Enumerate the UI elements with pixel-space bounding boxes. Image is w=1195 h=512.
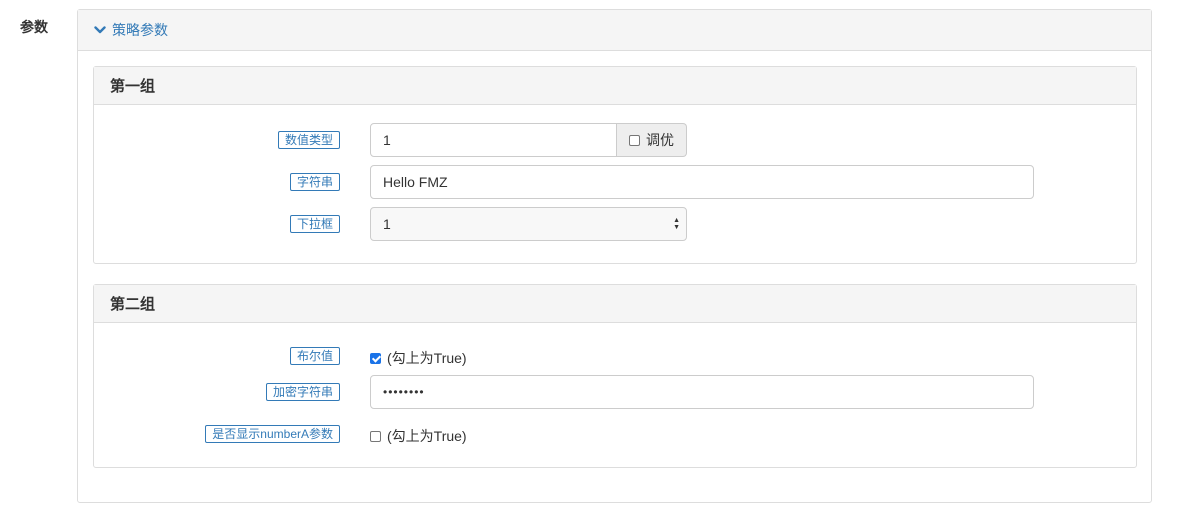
boolean-label: 布尔值 (289, 347, 340, 365)
tune-checkbox[interactable] (629, 134, 640, 146)
string-label: 字符串 (289, 173, 340, 191)
encrypted-string-label: 加密字符串 (265, 383, 340, 401)
strategy-params-header[interactable]: 策略参数 (78, 10, 1151, 51)
tune-label: 调优 (646, 132, 674, 148)
tune-addon[interactable]: 调优 (617, 123, 687, 157)
chevron-down-icon (94, 26, 106, 34)
group-2-title: 第二组 (94, 285, 1136, 323)
group-1-title: 第一组 (94, 67, 1136, 105)
strategy-params-panel: 策略参数 第一组 数值类型 1 调优 字符串 Hello FMZ 下拉框 1 ▲… (77, 9, 1152, 503)
show-numberA-label: 是否显示numberA参数 (205, 425, 340, 443)
string-value: Hello FMZ (383, 174, 448, 190)
encrypted-string-value: •••••••• (383, 385, 425, 399)
boolean-checkbox[interactable] (370, 352, 381, 364)
select-arrows-icon: ▲ ▼ (673, 217, 680, 231)
params-section-label: 参数 (20, 19, 48, 35)
show-numberA-checkbox[interactable] (370, 430, 381, 442)
number-type-input[interactable]: 1 (370, 123, 617, 157)
dropdown-value: 1 (383, 216, 391, 232)
boolean-checkbox-row[interactable]: (勾上为True) (370, 348, 467, 368)
strategy-params-title: 策略参数 (112, 22, 168, 38)
group-1-panel: 第一组 数值类型 1 调优 字符串 Hello FMZ 下拉框 1 ▲ ▼ (93, 66, 1137, 264)
string-input[interactable]: Hello FMZ (370, 165, 1034, 199)
encrypted-string-input[interactable]: •••••••• (370, 375, 1034, 409)
show-numberA-hint: (勾上为True) (387, 428, 467, 444)
show-numberA-checkbox-row[interactable]: (勾上为True) (370, 426, 467, 446)
number-type-value: 1 (383, 132, 391, 148)
group-2-panel: 第二组 布尔值 (勾上为True) 加密字符串 •••••••• 是否显示num… (93, 284, 1137, 468)
dropdown-select[interactable]: 1 ▲ ▼ (370, 207, 687, 241)
number-type-label: 数值类型 (277, 131, 340, 149)
dropdown-label: 下拉框 (289, 215, 340, 233)
boolean-hint: (勾上为True) (387, 350, 467, 366)
